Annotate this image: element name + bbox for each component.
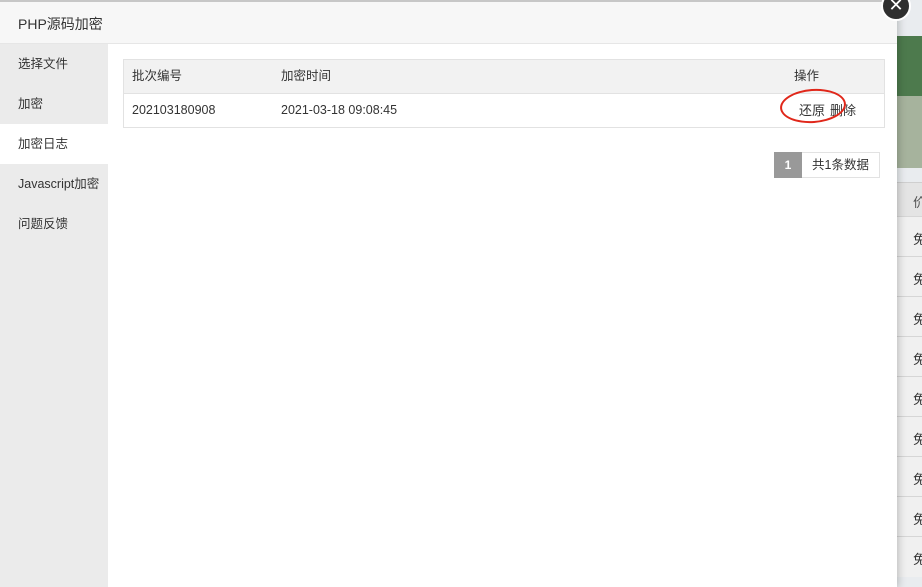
background-row: 免 bbox=[897, 496, 922, 537]
background-row: 免 bbox=[897, 296, 922, 337]
background-banner bbox=[897, 36, 922, 96]
sidebar-item-feedback[interactable]: 问题反馈 bbox=[0, 204, 108, 244]
log-panel: 批次编号 加密时间 操作 202103180908 2021-03-18 09:… bbox=[108, 44, 897, 587]
row-actions: 还原 删除 bbox=[799, 94, 856, 127]
background-banner-light bbox=[897, 96, 922, 168]
background-row-text: 免 bbox=[913, 272, 922, 287]
background-row: 免 bbox=[897, 256, 922, 297]
dialog-title: PHP源码加密 bbox=[18, 16, 103, 32]
background-row: 免 bbox=[897, 456, 922, 497]
background-row-text: 免 bbox=[913, 312, 922, 327]
table-header: 批次编号 加密时间 操作 bbox=[124, 60, 884, 94]
encrypt-dialog: PHP源码加密 选择文件 加密 加密日志 Javascript加密 问题反馈 批… bbox=[0, 0, 897, 587]
log-table: 批次编号 加密时间 操作 202103180908 2021-03-18 09:… bbox=[123, 59, 885, 128]
background-table-header: 价 bbox=[897, 182, 922, 218]
background-row-text: 免 bbox=[913, 552, 922, 567]
cell-batch: 202103180908 bbox=[132, 103, 216, 117]
background-row-text: 免 bbox=[913, 232, 922, 247]
sidebar-nav: 选择文件 加密 加密日志 Javascript加密 问题反馈 bbox=[0, 44, 108, 587]
background-row-text: 免 bbox=[913, 512, 922, 527]
sidebar-item-javascript-encrypt[interactable]: Javascript加密 bbox=[0, 164, 108, 204]
background-row-text: 免 bbox=[913, 472, 922, 487]
page-button-current[interactable]: 1 bbox=[774, 152, 802, 178]
background-page: 价 免 免 免 免 免 免 免 免 免 bbox=[897, 0, 922, 587]
background-row: 免 bbox=[897, 416, 922, 457]
header-actions: 操作 bbox=[794, 69, 820, 83]
background-row-text: 免 bbox=[913, 352, 922, 367]
background-header-text: 价 bbox=[913, 195, 922, 210]
restore-link[interactable]: 还原 bbox=[799, 103, 825, 118]
background-row-text: 免 bbox=[913, 392, 922, 407]
pagination: 1 共1条数据 bbox=[774, 152, 880, 178]
cell-time: 2021-03-18 09:08:45 bbox=[281, 103, 398, 117]
delete-link[interactable]: 删除 bbox=[830, 103, 856, 118]
sidebar-item-encrypt-log[interactable]: 加密日志 bbox=[0, 124, 108, 164]
sidebar-item-select-file[interactable]: 选择文件 bbox=[0, 44, 108, 84]
background-row: 免 bbox=[897, 536, 922, 577]
background-row: 免 bbox=[897, 376, 922, 417]
header-batch: 批次编号 bbox=[132, 69, 183, 83]
background-row: 免 bbox=[897, 336, 922, 377]
background-row-text: 免 bbox=[913, 432, 922, 447]
table-row: 202103180908 2021-03-18 09:08:45 还原 删除 bbox=[124, 86, 884, 127]
dialog-titlebar: PHP源码加密 bbox=[0, 2, 897, 44]
background-row: 免 bbox=[897, 216, 922, 257]
header-time: 加密时间 bbox=[281, 69, 332, 83]
pagination-total: 共1条数据 bbox=[802, 152, 880, 178]
sidebar-item-encrypt[interactable]: 加密 bbox=[0, 84, 108, 124]
